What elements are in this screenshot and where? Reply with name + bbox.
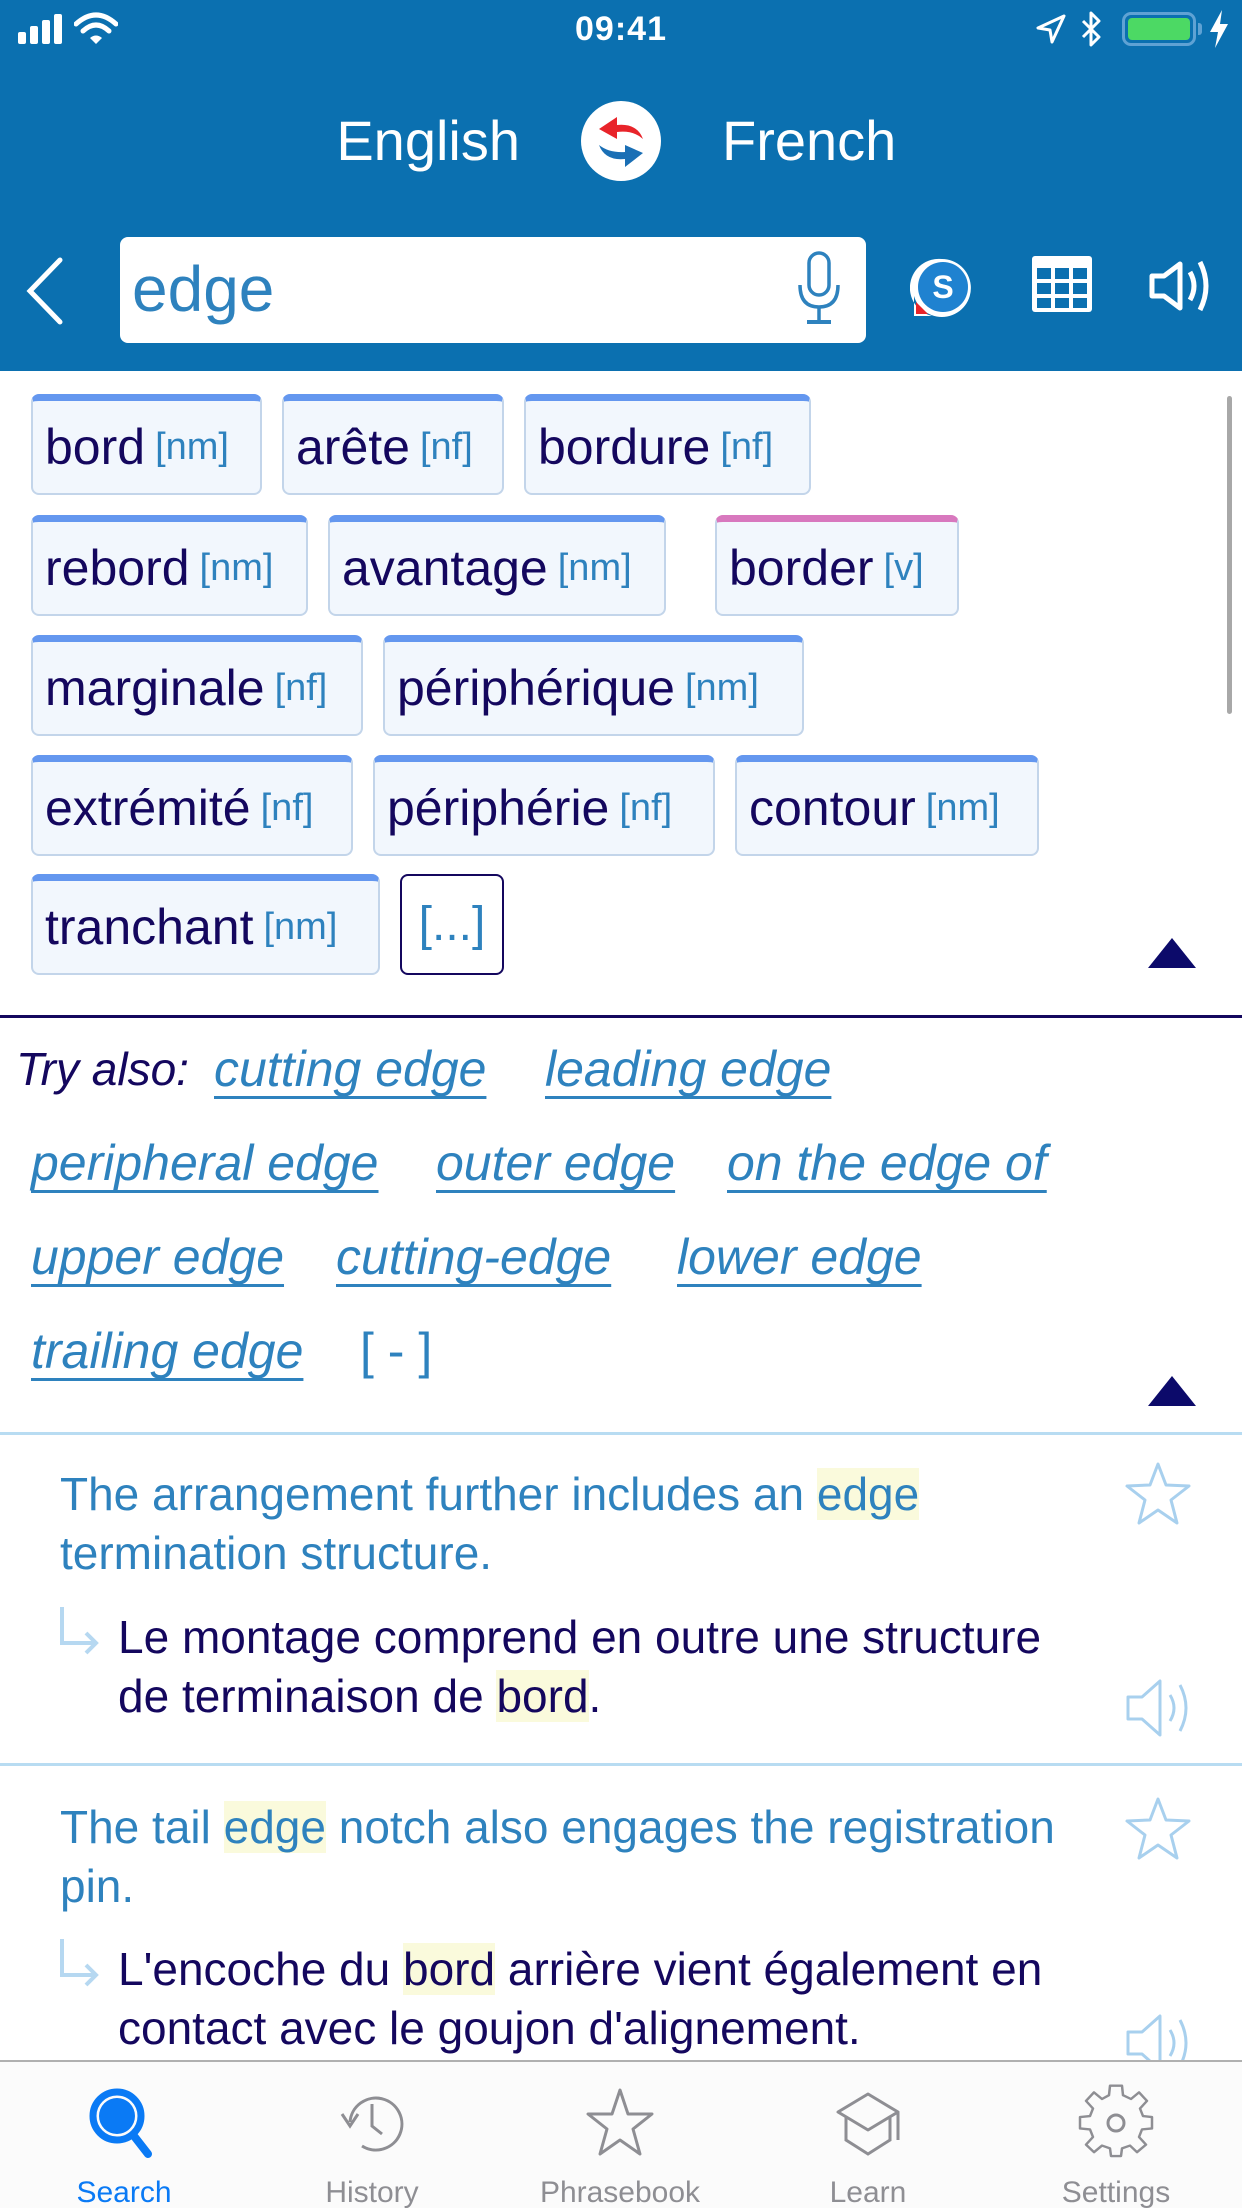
highlighted-term: edge: [223, 1801, 326, 1853]
highlighted-term: bord: [496, 1670, 589, 1722]
speaker-icon[interactable]: [1124, 2010, 1192, 2060]
tab-history[interactable]: History: [248, 2062, 496, 2208]
collapse-try-also-icon[interactable]: [1148, 1376, 1196, 1406]
location-arrow-icon: [1036, 14, 1066, 44]
s-bubble-icon[interactable]: S: [910, 256, 974, 320]
tab-learn[interactable]: Learn: [744, 2062, 992, 2208]
try-also-link[interactable]: upper edge: [31, 1228, 284, 1286]
translation-chip[interactable]: arête [nf]: [282, 394, 504, 495]
translation-chip-verb[interactable]: border [v]: [715, 515, 959, 616]
try-also-link[interactable]: cutting-edge: [336, 1228, 611, 1286]
star-icon[interactable]: [1124, 1796, 1192, 1862]
graduation-cap-icon: [836, 2092, 900, 2156]
back-chevron-icon[interactable]: [20, 254, 70, 329]
try-also-link[interactable]: lower edge: [677, 1228, 922, 1286]
collapse-translations-icon[interactable]: [1148, 938, 1196, 968]
try-also-link[interactable]: leading edge: [545, 1040, 831, 1098]
microphone-icon[interactable]: [796, 251, 842, 327]
battery-tip: [1198, 23, 1202, 35]
translation-chip[interactable]: bord [nm]: [31, 394, 262, 495]
translation-chip[interactable]: rebord [nm]: [31, 515, 308, 616]
scrollbar[interactable]: [1227, 396, 1232, 714]
search-icon: [89, 2088, 152, 2158]
grid-table-icon[interactable]: [1032, 256, 1092, 316]
history-icon: [340, 2096, 404, 2152]
translations-panel: bord [nm] arête [nf] bordure [nf] rebord [nm…: [0, 371, 1242, 1015]
swap-arrows-icon: [599, 117, 643, 167]
charging-bolt-icon: [1210, 10, 1228, 48]
example-translation[interactable]: L'encoche du bord arrière vient égalemen…: [118, 1940, 1098, 2058]
try-also-link[interactable]: cutting edge: [214, 1040, 486, 1098]
highlighted-term: bord: [403, 1943, 496, 1995]
example-source[interactable]: The arrangement further includes an edge…: [60, 1465, 1060, 1583]
try-also-link[interactable]: on the edge of: [727, 1134, 1047, 1192]
battery-icon: [1122, 12, 1196, 46]
translation-chip[interactable]: marginale [nf]: [31, 635, 363, 736]
try-also-section: Try also: cutting edge leading edge peri…: [0, 1018, 1242, 1433]
speaker-icon[interactable]: [1124, 1675, 1192, 1741]
example-translation[interactable]: Le montage comprend en outre une structu…: [118, 1608, 1098, 1726]
example-sentence: The tail edge notch also engages the reg…: [0, 1766, 1242, 2060]
translation-chip[interactable]: extrémité [nf]: [31, 755, 353, 856]
speaker-icon[interactable]: [1148, 256, 1214, 316]
gear-icon: [1078, 2084, 1154, 2158]
try-also-link[interactable]: outer edge: [436, 1134, 675, 1192]
tab-bar: Search History Phrasebook Learn Settings: [0, 2060, 1242, 2208]
example-sentence: The arrangement further includes an edge…: [0, 1435, 1242, 1764]
highlighted-term: edge: [816, 1468, 920, 1520]
tab-search[interactable]: Search: [0, 2062, 248, 2208]
star-icon: [586, 2088, 654, 2156]
search-input[interactable]: [132, 251, 772, 327]
example-source[interactable]: The tail edge notch also engages the reg…: [60, 1798, 1060, 1916]
translation-chip[interactable]: avantage [nm]: [328, 515, 666, 616]
try-also-link[interactable]: trailing edge: [31, 1322, 303, 1380]
language-selector: English French: [0, 98, 1242, 188]
translation-chip[interactable]: contour [nm]: [735, 755, 1039, 856]
swap-languages-button[interactable]: [581, 101, 661, 181]
source-language[interactable]: English: [336, 108, 520, 173]
translation-arrow-icon: [60, 1607, 99, 1655]
translation-chip[interactable]: périphérie [nf]: [373, 755, 715, 856]
target-language[interactable]: French: [722, 108, 896, 173]
translation-chip[interactable]: bordure [nf]: [524, 394, 811, 495]
try-also-link[interactable]: peripheral edge: [31, 1134, 379, 1192]
try-also-label: Try also:: [16, 1043, 189, 1095]
svg-text:S: S: [932, 269, 953, 305]
more-translations-button[interactable]: [...]: [400, 874, 504, 975]
bluetooth-icon: [1081, 11, 1101, 47]
translation-chip[interactable]: périphérique [nm]: [383, 635, 804, 736]
translation-chip[interactable]: tranchant [nm]: [31, 874, 380, 975]
collapse-try-also-button[interactable]: [ - ]: [360, 1322, 432, 1380]
tab-settings[interactable]: Settings: [992, 2062, 1240, 2208]
search-field[interactable]: [120, 237, 866, 343]
tab-phrasebook[interactable]: Phrasebook: [496, 2062, 744, 2208]
translation-arrow-icon: [60, 1939, 99, 1987]
status-bar: 09:41: [0, 0, 1242, 60]
app-header: 09:41 English French edge S: [0, 0, 1242, 371]
star-icon[interactable]: [1124, 1461, 1192, 1527]
